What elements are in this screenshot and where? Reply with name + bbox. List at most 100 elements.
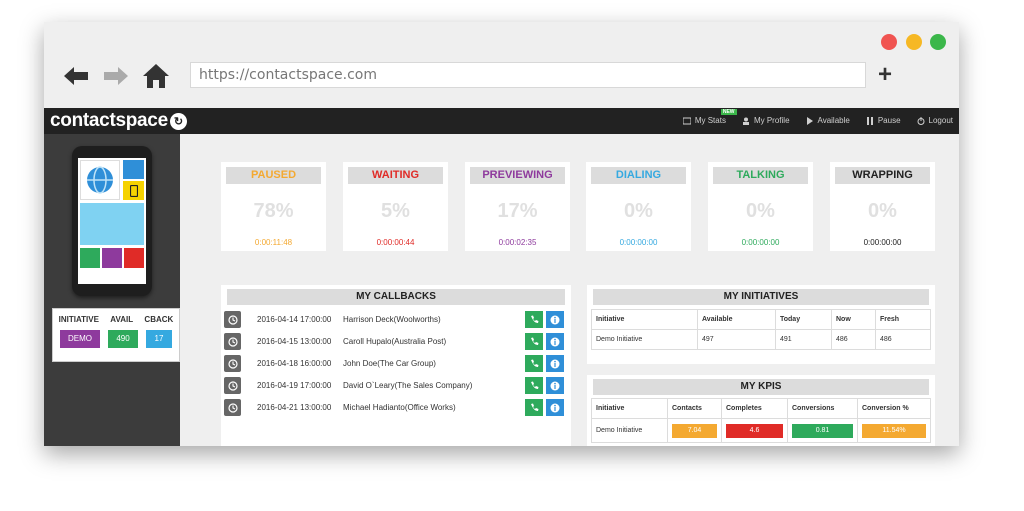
col-available: Available (697, 309, 776, 330)
agent-header-initiative: INITIATIVE (58, 315, 99, 324)
cell-conversion-pct: 11.54% (857, 418, 931, 443)
call-button[interactable] (525, 355, 543, 372)
callback-date: 2016-04-15 13:00:00 (257, 337, 332, 346)
clock-icon (224, 355, 241, 372)
col-conversions: Conversions (787, 398, 858, 419)
list-item[interactable]: 2016-04-18 16:00:00 John Doe(The Car Grou… (224, 354, 564, 373)
agent-header-avail: AVAIL (110, 315, 134, 324)
nav-pause-label: Pause (877, 116, 901, 125)
info-button[interactable] (546, 399, 564, 416)
cell-now: 486 (831, 329, 876, 350)
phone-tile-purple (102, 248, 122, 268)
callbacks-panel: MY CALLBACKS 2016-04-14 17:00:00 Harrison… (221, 285, 571, 446)
phone-icon (530, 403, 538, 412)
nav-logout-label: Logout (928, 116, 953, 125)
status-percent: 0% (624, 200, 653, 222)
list-item[interactable]: 2016-04-21 13:00:00 Michael Hadianto(Offi… (224, 398, 564, 417)
agent-avail-badge: 490 (108, 330, 138, 348)
callback-date: 2016-04-21 13:00:00 (257, 403, 332, 412)
call-button[interactable] (525, 377, 543, 394)
contacts-pill: 7.04 (672, 423, 717, 438)
nav-available[interactable]: Available (806, 116, 850, 125)
status-time: 0:00:02:35 (498, 238, 537, 247)
col-fresh: Fresh (875, 309, 931, 330)
phone-icon (530, 359, 538, 368)
cell-conversions: 0.81 (787, 418, 858, 443)
info-button[interactable] (546, 311, 564, 328)
status-label: PREVIEWING (470, 167, 565, 184)
status-card-waiting: WAITING 5% 0:00:00:44 (343, 162, 448, 251)
minimize-window-dot[interactable] (906, 34, 922, 50)
new-tab-button[interactable]: + (878, 63, 892, 87)
app-header: contactspace ↻ My Stats NEW My Profile A… (44, 108, 959, 134)
nav-my-profile[interactable]: My Profile (742, 116, 790, 125)
user-icon (742, 117, 749, 125)
status-time: 0:00:00:44 (376, 238, 415, 247)
agent-summary-headers: INITIATIVE AVAIL CBACK (53, 309, 179, 324)
main-dashboard: PAUSED 78% 0:00:11:48 WAITING 5% 0:00:00… (180, 134, 959, 446)
callbacks-title: MY CALLBACKS (227, 289, 565, 305)
kpis-header-row: Initiative Contacts Completes Conversion… (591, 398, 931, 419)
status-percent: 0% (868, 200, 897, 222)
cell-fresh: 486 (875, 329, 931, 350)
list-item[interactable]: 2016-04-19 17:00:00 David O`Leary(The Sal… (224, 376, 564, 395)
conversion-pct-pill: 11.54% (862, 423, 926, 438)
status-card-talking: TALKING 0% 0:00:00:00 (708, 162, 813, 251)
callback-contact: Harrison Deck(Woolworths) (343, 315, 441, 324)
close-window-dot[interactable] (881, 34, 897, 50)
table-row[interactable]: Demo Initiative 7.04 4.6 0.81 11.54% (591, 418, 931, 443)
callback-contact: Michael Hadianto(Office Works) (343, 403, 456, 412)
agent-initiative-badge[interactable]: DEMO (60, 330, 100, 348)
col-now: Now (831, 309, 876, 330)
globe-icon (87, 166, 113, 194)
col-conversion-pct: Conversion % (857, 398, 931, 419)
callback-date: 2016-04-19 17:00:00 (257, 381, 332, 390)
nav-my-stats-label: My Stats (694, 116, 726, 125)
info-button[interactable] (546, 355, 564, 372)
col-today: Today (775, 309, 832, 330)
list-item[interactable]: 2016-04-14 17:00:00 Harrison Deck(Woolwor… (224, 310, 564, 329)
table-row[interactable]: Demo Initiative 497 491 486 486 (591, 329, 931, 350)
back-button[interactable] (62, 62, 90, 90)
nav-available-label: Available (817, 116, 850, 125)
arrow-right-icon (104, 67, 128, 85)
url-bar[interactable]: https://contactspace.com (190, 62, 866, 88)
initiatives-panel: MY INITIATIVES Initiative Available Toda… (587, 285, 935, 364)
status-time: 0:00:11:48 (254, 238, 293, 247)
status-label: PAUSED (226, 167, 321, 184)
initiatives-table: Initiative Available Today Now Fresh Dem… (591, 309, 931, 350)
call-button[interactable] (525, 311, 543, 328)
call-button[interactable] (525, 333, 543, 350)
nav-logout[interactable]: Logout (917, 116, 953, 125)
browser-chrome: https://contactspace.com + (44, 22, 959, 108)
new-badge: NEW (720, 109, 737, 115)
list-item[interactable]: 2016-04-15 13:00:00 Caroll Hupalo(Austral… (224, 332, 564, 351)
nav-pause[interactable]: Pause (866, 116, 901, 125)
forward-button[interactable] (102, 62, 130, 90)
clock-icon (224, 377, 241, 394)
agent-header-cback: CBACK (144, 315, 174, 324)
sidebar: INITIATIVE AVAIL CBACK DEMO 490 17 (44, 134, 180, 446)
agent-summary: INITIATIVE AVAIL CBACK DEMO 490 17 (52, 308, 180, 362)
status-label: TALKING (713, 167, 808, 184)
kpis-title: MY KPIS (593, 379, 929, 395)
info-button[interactable] (546, 333, 564, 350)
arrow-left-icon (64, 67, 88, 85)
call-button[interactable] (525, 399, 543, 416)
play-icon (806, 116, 813, 125)
initiatives-header-row: Initiative Available Today Now Fresh (591, 309, 931, 330)
maximize-window-dot[interactable] (930, 34, 946, 50)
info-icon (550, 403, 560, 412)
cell-initiative: Demo Initiative (591, 418, 668, 443)
cell-contacts: 7.04 (667, 418, 722, 443)
browser-window: https://contactspace.com + contactspace … (44, 22, 959, 446)
clock-icon (224, 333, 241, 350)
home-button[interactable] (142, 62, 170, 90)
col-contacts: Contacts (667, 398, 722, 419)
status-percent: 0% (746, 200, 775, 222)
nav-my-stats[interactable]: My Stats NEW (682, 109, 737, 125)
agent-cback-badge[interactable]: 17 (146, 330, 172, 348)
kpis-panel: MY KPIS Initiative Contacts Completes Co… (587, 375, 935, 446)
info-button[interactable] (546, 377, 564, 394)
phone-tile-yellow (123, 181, 144, 200)
